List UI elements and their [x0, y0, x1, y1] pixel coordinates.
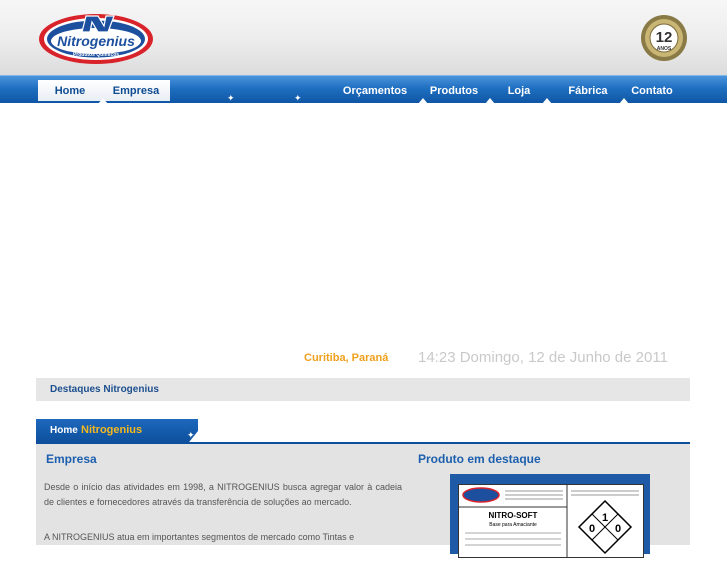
- nav-arrow-icon: [485, 98, 495, 104]
- produto-title: Produto em destaque: [418, 452, 541, 466]
- home-tab-brand: Nitrogenius: [81, 424, 143, 436]
- main-nav: Home Empresa ✦ ✦ Orçamentos Produtos Loj…: [0, 75, 727, 104]
- nav-dot-icon: ✦: [294, 93, 302, 103]
- svg-text:ANOS: ANOS: [657, 46, 672, 52]
- nav-loja-label: Loja: [507, 84, 531, 97]
- hazard-right: 0: [615, 523, 621, 535]
- featured-product-image[interactable]: NITRO-SOFT Base para Amaciante 1 0 0: [450, 474, 650, 558]
- empresa-paragraph-1: Desde o início das atividades em 1998, a…: [44, 482, 402, 507]
- home-section-tab[interactable]: Home Nitrogenius ✦: [36, 419, 198, 443]
- nav-home-label: Home: [54, 84, 86, 97]
- nav-produtos-label: Produtos: [429, 84, 479, 97]
- product-label-image: NITRO-SOFT Base para Amaciante 1 0 0: [458, 484, 644, 558]
- nav-produtos[interactable]: Produtos: [426, 80, 482, 101]
- nav-empresa[interactable]: Empresa: [102, 80, 170, 101]
- tab-dot-icon: ✦: [187, 430, 195, 440]
- label-logo-icon: [462, 487, 500, 503]
- nav-orcamentos-label: Orçamentos: [342, 84, 408, 97]
- nav-contato-label: Contato: [631, 84, 673, 97]
- location-text: Curitiba, Paraná: [304, 352, 389, 364]
- label-title: NITRO-SOFT: [489, 511, 538, 520]
- nitrogenius-logo[interactable]: Nitrogenius Produtos Químicos: [38, 12, 154, 66]
- home-tab-prefix: Home: [50, 425, 78, 436]
- main-content: Empresa Desde o início das atividades em…: [36, 444, 690, 558]
- hazard-left: 0: [589, 523, 595, 535]
- svg-text:Nitrogenius: Nitrogenius: [57, 33, 135, 49]
- nav-loja[interactable]: Loja: [500, 80, 538, 101]
- product-label-art: NITRO-SOFT Base para Amaciante 1 0 0: [459, 485, 639, 557]
- nav-dot-icon: ✦: [227, 93, 235, 103]
- 12-anos-badge: 12 ANOS: [641, 15, 687, 61]
- hazard-top: 1: [602, 512, 608, 524]
- nav-home[interactable]: Home: [38, 80, 102, 101]
- nav-fabrica[interactable]: Fábrica: [564, 80, 612, 101]
- label-subtitle: Base para Amaciante: [489, 522, 537, 528]
- nav-arrow-icon: [542, 98, 552, 104]
- datetime-text: 14:23 Domingo, 12 de Junho de 2011: [418, 349, 668, 366]
- svg-text:12: 12: [656, 29, 673, 46]
- highlights-label[interactable]: Destaques Nitrogenius: [50, 384, 159, 395]
- empresa-title: Empresa: [46, 452, 97, 466]
- empresa-paragraph-2: A NITROGENIUS atua em importantes segmen…: [44, 532, 355, 542]
- site-header: Nitrogenius Produtos Químicos 12 ANOS: [0, 0, 727, 75]
- nav-orcamentos[interactable]: Orçamentos: [340, 80, 410, 101]
- svg-text:Produtos Químicos: Produtos Químicos: [73, 52, 119, 58]
- nav-active-indicator: [98, 98, 108, 104]
- highlights-bar: Destaques Nitrogenius: [36, 378, 690, 401]
- nav-contato[interactable]: Contato: [626, 80, 678, 101]
- nav-fabrica-label: Fábrica: [568, 84, 608, 97]
- nav-empresa-label: Empresa: [112, 84, 160, 97]
